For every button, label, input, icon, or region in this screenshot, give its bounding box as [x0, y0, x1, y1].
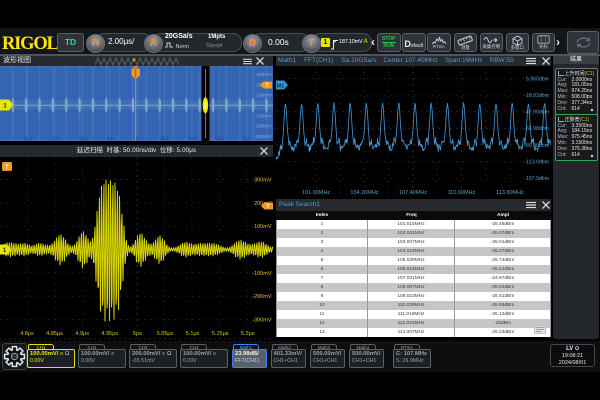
svg-text:8μs: 8μs [243, 136, 252, 141]
svg-text:4.8μs: 4.8μs [20, 331, 34, 337]
svg-text:101.00MHz: 101.00MHz [302, 190, 330, 196]
svg-text:5.1μs: 5.1μs [186, 331, 200, 337]
svg-text:-89.96dbm: -89.96dbm [524, 143, 549, 149]
svg-text:104.20MHz: 104.20MHz [350, 190, 378, 196]
svg-text:2μs: 2μs [160, 136, 169, 141]
svg-text:-100mV: -100mV [252, 271, 272, 277]
svg-text:M1: M1 [277, 84, 285, 90]
svg-text:100mV: 100mV [256, 93, 272, 99]
svg-text:6μs: 6μs [215, 136, 224, 141]
svg-text:-2μs: -2μs [105, 136, 115, 141]
svg-text:4.95μs: 4.95μs [101, 331, 118, 337]
svg-text:-300mV: -300mV [255, 134, 273, 140]
svg-text:107.40MHz: 107.40MHz [399, 190, 427, 196]
svg-text:5.2μs: 5.2μs [241, 331, 255, 337]
svg-text:113.80MHz: 113.80MHz [496, 190, 524, 196]
svg-text:-137.9dbm: -137.9dbm [524, 176, 549, 182]
svg-text:-4μs: -4μs [77, 136, 87, 141]
svg-text:4μs: 4μs [188, 136, 197, 141]
svg-text:5.960dbm: 5.960dbm [526, 76, 549, 82]
svg-text:100mV: 100mV [254, 224, 272, 230]
svg-text:-65.98dbm: -65.98dbm [524, 126, 549, 132]
svg-text:4.85μs: 4.85μs [46, 331, 63, 337]
svg-text:-300mV: -300mV [252, 317, 272, 323]
svg-text:5μs: 5μs [133, 331, 142, 337]
svg-text:-18.02dbm: -18.02dbm [524, 93, 549, 99]
svg-text:4.9μs: 4.9μs [75, 331, 89, 337]
svg-text:5.05μs: 5.05μs [157, 331, 174, 337]
svg-text:-200mV: -200mV [252, 294, 272, 300]
svg-text:300mV: 300mV [256, 72, 272, 78]
svg-text:300mV: 300mV [254, 178, 272, 184]
svg-text:110.60MHz: 110.60MHz [448, 190, 476, 196]
svg-text:-100mV: -100mV [255, 113, 273, 119]
svg-text:-6μs: -6μs [50, 136, 60, 141]
svg-text:-113.9dbm: -113.9dbm [525, 160, 549, 166]
svg-text:5.15μs: 5.15μs [212, 331, 229, 337]
svg-text:T: T [5, 165, 9, 171]
svg-text:-42.00dbm: -42.00dbm [524, 110, 549, 116]
svg-text:-200mV: -200mV [255, 124, 273, 130]
svg-text:-8μs: -8μs [23, 136, 33, 141]
